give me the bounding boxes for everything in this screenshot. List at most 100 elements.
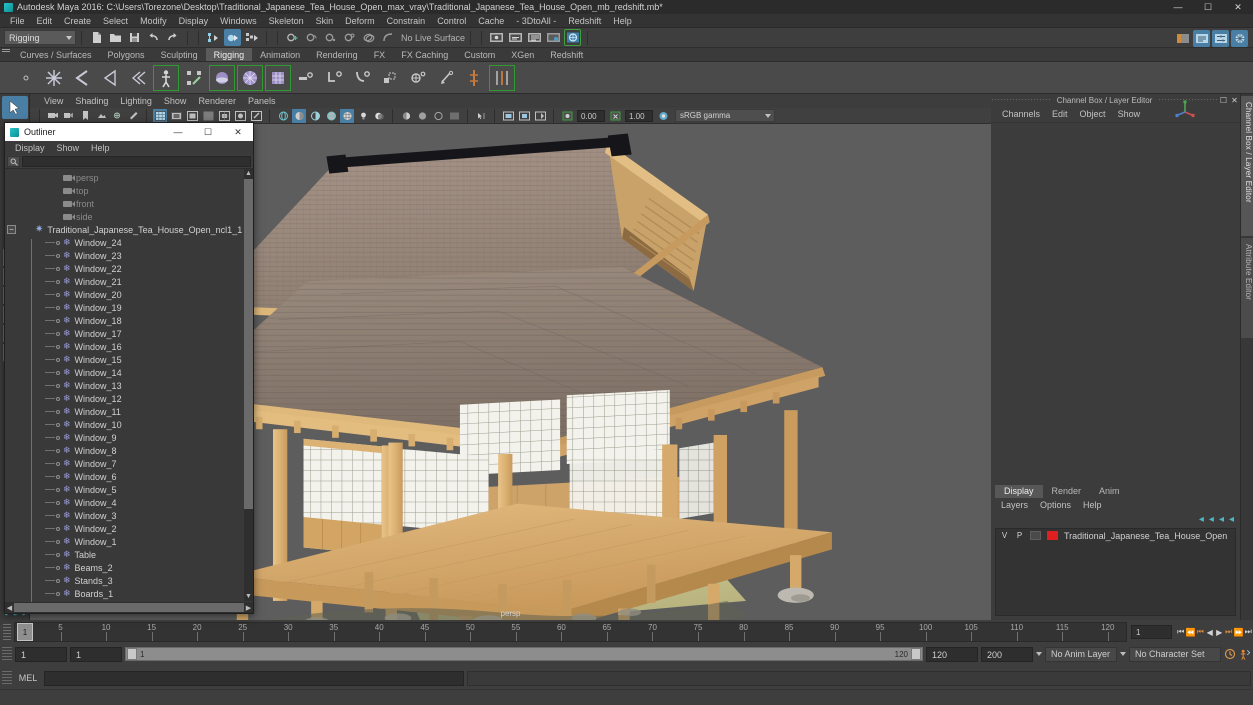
scroll-right-icon[interactable]: ▶ (244, 604, 253, 612)
menu-skeleton[interactable]: Skeleton (263, 14, 310, 28)
list-item[interactable]: ❄ Window_15 (5, 353, 243, 366)
create-joint-icon[interactable] (41, 65, 67, 91)
save-scene-icon[interactable] (126, 29, 143, 46)
color-space-selector[interactable]: sRGB gamma (675, 109, 775, 122)
layer-visibility-toggle[interactable]: V (1000, 531, 1009, 540)
list-item[interactable]: ❄ Beams_2 (5, 561, 243, 574)
new-layer-icon[interactable]: ◂ (1219, 514, 1224, 525)
gamma-field-icon[interactable] (608, 109, 622, 123)
channel-box-content[interactable] (991, 122, 1240, 485)
animation-end-field[interactable]: 200 (981, 646, 1033, 662)
grid-toggle-icon[interactable] (153, 108, 167, 123)
layer-row[interactable]: V P Traditional_Japanese_Tea_House_Open (996, 529, 1235, 542)
outliner-search-input[interactable] (22, 156, 251, 167)
isolate-select-icon[interactable] (474, 109, 488, 123)
outliner-scroll-thumb[interactable] (244, 179, 253, 509)
bind-skin-icon[interactable] (153, 64, 179, 91)
list-item[interactable]: ❄ Boards_1 (5, 587, 243, 600)
scroll-down-icon[interactable]: ▼ (245, 593, 252, 600)
search-icon[interactable] (7, 156, 20, 167)
channelbox-menu-object[interactable]: Object (1074, 106, 1112, 122)
two-d-pan-zoom-icon[interactable] (110, 109, 124, 123)
outliner-item-group[interactable]: − ✷ Traditional_Japanese_Tea_House_Open_… (5, 223, 243, 236)
redshift-render-icon[interactable] (564, 29, 582, 46)
shelf-tab-sculpting[interactable]: Sculpting (152, 48, 206, 61)
list-item[interactable]: ❄ Window_6 (5, 470, 243, 483)
list-item[interactable]: ❄ Window_22 (5, 262, 243, 275)
minimize-button[interactable]: — (1163, 0, 1193, 14)
menu-display[interactable]: Display (173, 14, 215, 28)
list-item[interactable]: ❄ Window_4 (5, 496, 243, 509)
xray-joints-icon[interactable] (249, 109, 263, 123)
depth-of-field-icon[interactable] (447, 109, 461, 123)
ik-spline-handle-icon[interactable] (97, 65, 123, 91)
snap-to-point-icon[interactable] (322, 29, 339, 46)
menu-edit[interactable]: Edit (31, 14, 59, 28)
panel-popup-icon[interactable] (533, 109, 547, 123)
snap-to-projected-center-icon[interactable] (341, 29, 358, 46)
outliner-hscroll-thumb[interactable] (14, 603, 244, 612)
shelf-tab-rigging[interactable]: Rigging (205, 48, 253, 61)
play-forwards-icon[interactable]: ▶ (1214, 625, 1224, 639)
list-item[interactable]: ❄ Window_3 (5, 509, 243, 522)
shelf-tab-xgen[interactable]: XGen (503, 48, 543, 61)
menu-create[interactable]: Create (58, 14, 97, 28)
list-item[interactable]: ❄ Window_16 (5, 340, 243, 353)
menu-skin[interactable]: Skin (310, 14, 340, 28)
viewport-menu-view[interactable]: View (38, 94, 69, 108)
point-constraint-icon[interactable] (321, 65, 347, 91)
range-bar[interactable]: 1 120 (125, 647, 923, 661)
viewport-menu-shading[interactable]: Shading (69, 94, 114, 108)
redo-icon[interactable] (164, 29, 181, 46)
list-item[interactable]: ❄ Window_20 (5, 288, 243, 301)
layer-color-swatch[interactable] (1047, 531, 1058, 540)
layer-menu-help[interactable]: Help (1077, 498, 1108, 512)
wireframe-shading-icon[interactable] (276, 109, 290, 123)
new-layer-from-selected-icon[interactable]: ◂ (1229, 514, 1234, 525)
parent-constraint-icon[interactable] (293, 65, 319, 91)
menu-constrain[interactable]: Constrain (381, 14, 432, 28)
shelf-tab-polygons[interactable]: Polygons (99, 48, 153, 61)
channelbox-menu-show[interactable]: Show (1112, 106, 1147, 122)
channelbox-menu-channels[interactable]: Channels (996, 106, 1046, 122)
select-by-object-icon[interactable] (224, 29, 241, 46)
mirror-skin-weights-icon[interactable] (489, 64, 515, 91)
create-ik-handle-icon[interactable] (69, 65, 95, 91)
close-button[interactable]: ✕ (1223, 0, 1253, 14)
range-end-field[interactable]: 1 (70, 646, 122, 662)
list-item[interactable]: ❄ Window_23 (5, 249, 243, 262)
list-item[interactable]: ❄ Window_14 (5, 366, 243, 379)
outliner-menu-show[interactable]: Show (51, 141, 86, 155)
shelf-tab-curves-surfaces[interactable]: Curves / Surfaces (12, 48, 100, 61)
shelf-options-icon[interactable] (13, 65, 39, 91)
render-current-frame-icon[interactable] (488, 29, 505, 46)
shelf-tab-redshift[interactable]: Redshift (542, 48, 592, 61)
step-back-key-icon[interactable]: ⏪ (1185, 625, 1195, 639)
close-panel-icon[interactable]: ✕ (1229, 95, 1240, 106)
shelf-tab-animation[interactable]: Animation (252, 48, 309, 61)
list-item[interactable]: ❄ Window_2 (5, 522, 243, 535)
screen-space-ao-icon[interactable] (399, 109, 413, 123)
chevron-down-icon[interactable] (1036, 652, 1042, 656)
outliner-menu-display[interactable]: Display (9, 141, 51, 155)
list-item[interactable]: ❄ Window_12 (5, 392, 243, 405)
color-management-icon[interactable] (656, 109, 670, 123)
menu-windows[interactable]: Windows (214, 14, 263, 28)
outliner-menu-help[interactable]: Help (85, 141, 116, 155)
list-item[interactable]: ❄ Window_19 (5, 301, 243, 314)
layer-state-checkbox[interactable] (1030, 531, 1041, 540)
gamma-value-field[interactable]: 1.00 (625, 109, 653, 122)
current-frame-marker[interactable]: 1 (17, 623, 33, 641)
list-item[interactable]: ❄ Window_24 (5, 236, 243, 249)
viewport-menu-panels[interactable]: Panels (242, 94, 282, 108)
menu-deform[interactable]: Deform (339, 14, 381, 28)
select-tool-icon[interactable] (1, 96, 28, 119)
scale-constraint-icon[interactable] (377, 65, 403, 91)
panel-zoom-icon[interactable] (501, 109, 515, 123)
step-back-frame-icon[interactable]: ⏮ (1195, 625, 1205, 639)
outliner-close-button[interactable]: ✕ (223, 123, 253, 141)
exposure-value-field[interactable]: 0.00 (577, 109, 605, 122)
time-slider-grip[interactable] (0, 620, 14, 644)
render-settings-icon[interactable] (526, 29, 543, 46)
chevron-down-icon[interactable] (1120, 652, 1126, 656)
